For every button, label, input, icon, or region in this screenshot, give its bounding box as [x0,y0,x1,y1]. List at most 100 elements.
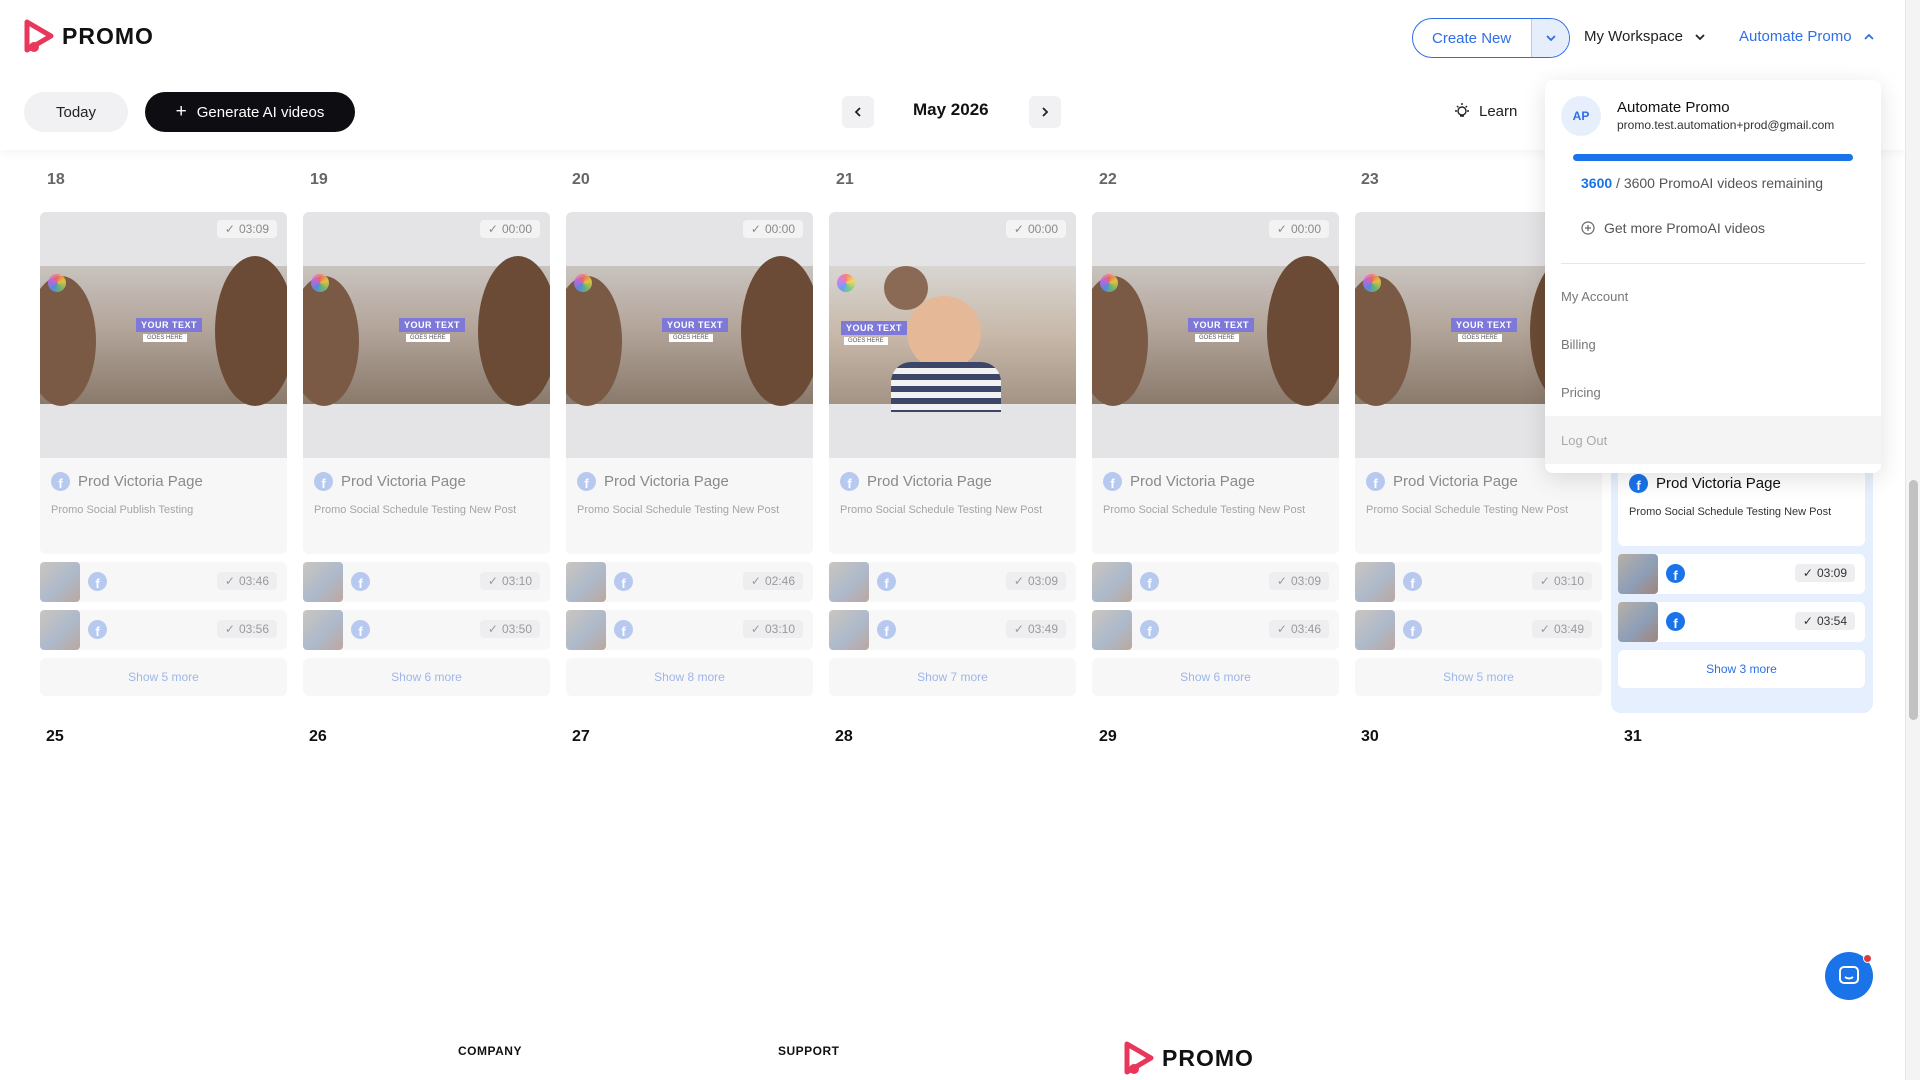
show-more-button[interactable]: Show 5 more [40,658,287,696]
time-text: 03:10 [1553,574,1584,588]
check-icon: ✓ [224,574,235,588]
video-thumbnail: YOUR TEXT GOES HERE [566,256,813,406]
footer-logo[interactable]: PROMO [1124,1041,1254,1075]
account-menu-button[interactable]: Automate Promo [1739,28,1876,45]
time-text: 03:46 [238,574,269,588]
check-icon: ✓ [1802,566,1813,580]
chevron-down-icon[interactable] [1531,19,1570,57]
scheduled-post-row[interactable]: f ✓ 03:54 [1618,602,1865,642]
menu-item-pricing[interactable]: Pricing [1545,368,1881,416]
facebook-icon: f [1103,472,1122,491]
get-more-label: Get more PromoAI videos [1604,220,1766,236]
scheduled-post-row[interactable]: f ✓ 03:10 [1355,562,1602,602]
generate-label: Generate AI videos [196,103,325,121]
promo-logo[interactable]: PROMO [24,19,154,53]
day-number: 23 [1361,171,1379,188]
scrollbar-thumb[interactable] [1909,480,1918,720]
duration-badge: ✓ 00:00 [1005,220,1066,238]
day-number: 25 [46,728,64,745]
day-column: YOUR TEXT GOES HERE ✓ 03:09 f Prod Victor… [40,212,287,696]
show-more-button[interactable]: Show 5 more [1355,658,1602,696]
video-card[interactable]: YOUR TEXT GOES HERE ✓ 00:00 [829,212,1076,458]
generate-ai-videos-button[interactable]: + Generate AI videos [145,92,355,132]
post-info[interactable]: f Prod Victoria Page Promo Social Schedu… [566,458,813,554]
time-text: 03:50 [501,622,532,636]
video-card[interactable]: YOUR TEXT GOES HERE ✓ 00:00 [303,212,550,458]
check-icon: ✓ [1802,614,1813,628]
duration-badge: ✓ 00:00 [742,220,803,238]
learn-label: Learn [1479,102,1518,120]
pinwheel-icon [574,274,592,292]
time-badge: ✓ 03:56 [216,620,277,638]
scheduled-post-row[interactable]: f ✓ 03:49 [829,610,1076,650]
scheduled-post-row[interactable]: f ✓ 03:56 [40,610,287,650]
facebook-icon: f [51,472,70,491]
show-more-button[interactable]: Show 8 more [566,658,813,696]
day-number: 18 [47,171,65,188]
scheduled-post-row[interactable]: f ✓ 03:09 [1092,562,1339,602]
next-month-button[interactable] [1029,96,1061,128]
video-thumbnail: YOUR TEXT GOES HERE [303,256,550,406]
post-title: Promo Social Publish Testing [51,504,194,516]
scheduled-post-row[interactable]: f ✓ 03:09 [1618,554,1865,594]
show-more-button[interactable]: Show 6 more [1092,658,1339,696]
video-card[interactable]: YOUR TEXT GOES HERE ✓ 03:09 [40,212,287,458]
pinwheel-icon [837,274,855,292]
time-badge: ✓ 03:49 [1005,620,1066,638]
scheduled-post-row[interactable]: f ✓ 02:46 [566,562,813,602]
create-new-label[interactable]: Create New [1413,30,1531,47]
time-text: 03:10 [764,622,795,636]
scheduled-post-row[interactable]: f ✓ 03:10 [566,610,813,650]
menu-item-billing[interactable]: Billing [1545,320,1881,368]
check-icon: ✓ [1013,622,1024,636]
show-more-button[interactable]: Show 7 more [829,658,1076,696]
post-info[interactable]: f Prod Victoria Page Promo Social Publis… [40,458,287,554]
post-title: Promo Social Schedule Testing New Post [314,504,517,516]
overlay-subtext: GOES HERE [1458,334,1502,342]
chat-support-button[interactable] [1825,952,1873,1000]
menu-item-log-out[interactable]: Log Out [1545,416,1881,464]
time-text: 03:10 [501,574,532,588]
learn-button[interactable]: Learn [1453,102,1517,120]
page-name: Prod Victoria Page [1656,475,1781,492]
prev-month-button[interactable] [842,96,874,128]
day-column: YOUR TEXT GOES HERE ✓ 00:00 f Prod Victor… [566,212,813,696]
scheduled-post-row[interactable]: f ✓ 03:46 [1092,610,1339,650]
scheduled-post-row[interactable]: f ✓ 03:50 [303,610,550,650]
scheduled-post-row[interactable]: f ✓ 03:09 [829,562,1076,602]
get-more-videos-link[interactable]: Get more PromoAI videos [1581,220,1765,236]
post-info[interactable]: f Prod Victoria Page Promo Social Schedu… [303,458,550,554]
duration-text: 00:00 [1290,222,1321,236]
menu-item-my-account[interactable]: My Account [1545,272,1881,320]
day-number: 22 [1099,171,1117,188]
show-more-button[interactable]: Show 6 more [303,658,550,696]
post-info[interactable]: f Prod Victoria Page Promo Social Schedu… [829,458,1076,554]
duration-text: 00:00 [1027,222,1058,236]
check-icon: ✓ [1539,574,1550,588]
time-badge: ✓ 03:09 [1268,572,1329,590]
scheduled-post-row[interactable]: f ✓ 03:10 [303,562,550,602]
today-button[interactable]: Today [24,92,128,132]
check-icon: ✓ [750,622,761,636]
account-label: Automate Promo [1739,28,1852,45]
page-scrollbar[interactable] [1905,0,1920,1080]
workspace-selector[interactable]: My Workspace [1584,28,1707,45]
scheduled-post-row[interactable]: f ✓ 03:46 [40,562,287,602]
page-name: Prod Victoria Page [867,473,992,490]
video-thumbnail: YOUR TEXT GOES HERE [829,266,1076,412]
video-card[interactable]: YOUR TEXT GOES HERE ✓ 00:00 [1092,212,1339,458]
scheduled-post-row[interactable]: f ✓ 03:49 [1355,610,1602,650]
day-column: YOUR TEXT GOES HERE ✓ 00:00 f Prod Victor… [303,212,550,696]
facebook-icon: f [614,620,633,639]
overlay-subtext: GOES HERE [844,337,888,345]
logo-text: PROMO [62,22,154,49]
show-more-button[interactable]: Show 3 more [1618,650,1865,688]
time-badge: ✓ 03:49 [1531,620,1592,638]
video-card[interactable]: YOUR TEXT GOES HERE ✓ 00:00 [566,212,813,458]
account-name: Automate Promo [1617,99,1730,116]
footer-company-heading: COMPANY [458,1044,522,1058]
create-new-button[interactable]: Create New [1412,18,1571,58]
check-icon: ✓ [1276,574,1287,588]
post-info[interactable]: f Prod Victoria Page Promo Social Schedu… [1092,458,1339,554]
facebook-icon: f [1629,474,1648,493]
